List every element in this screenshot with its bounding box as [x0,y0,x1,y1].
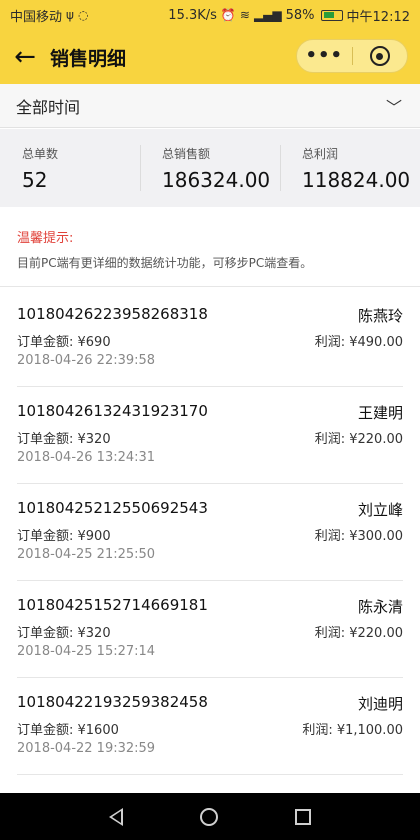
order-profit: 利润: ¥220.00 [314,626,403,641]
time-filter-label: 全部时间 [16,97,81,117]
order-number: 10180425212550692543 [17,499,208,517]
order-item[interactable]: 10180425152714669181 陈永清 订单金额: ¥320 利润: … [17,581,403,678]
customer-name: 陈永清 [357,598,403,616]
back-arrow-icon[interactable]: ← [0,30,50,84]
stat-value: 52 [22,168,48,192]
order-amount: 订单金额: ¥320 [17,626,111,641]
customer-name: 陈燕玲 [357,307,403,325]
alarm-icon: ⏰ [220,8,236,22]
battery-percent: 58% [285,7,315,23]
order-item[interactable]: 10180425212550692543 刘立峰 订单金额: ¥900 利润: … [17,484,403,581]
tip-title: 温馨提示: [17,231,74,246]
order-item[interactable]: 10180422193259382458 刘迪明 订单金额: ¥1600 利润:… [17,678,403,775]
order-profit: 利润: ¥220.00 [314,432,403,447]
chevron-down-icon: ﹀ [385,97,402,117]
order-profit: 利润: ¥490.00 [314,335,403,350]
order-time: 2018-04-26 22:39:58 [17,353,156,368]
order-time: 2018-04-26 13:24:31 [17,450,156,465]
battery-icon [320,9,343,21]
stat-value: 186324.00 [162,168,271,192]
usb-icon: ψ [66,8,74,22]
order-number: 10180426132431923170 [17,402,208,420]
wechat-icon: ◌ [77,8,89,22]
order-amount: 订单金额: ¥1600 [17,723,119,738]
time-filter-dropdown[interactable]: 全部时间 ﹀ [0,84,420,128]
more-menu-button[interactable]: ••• [297,47,352,65]
customer-name: 刘迪明 [357,695,403,713]
order-number: 10180425152714669181 [17,596,208,614]
signal-icon: ▂▄▆ [253,8,282,22]
miniprogram-capsule: ••• [296,39,408,73]
order-list: 10180426223958268318 陈燕玲 订单金额: ¥690 利润: … [0,290,420,793]
clock: 中午12:12 [346,9,410,25]
carrier-label: 中国移动 [10,9,63,25]
close-button[interactable] [353,46,408,66]
tip-text: 目前PC端有更详细的数据统计功能，可移步PC端查看。 [17,256,313,270]
stat-label: 总单数 [22,147,59,161]
stat-label: 总销售额 [162,147,211,161]
system-nav-bar [0,793,420,840]
order-amount: 订单金额: ¥900 [17,529,111,544]
nav-bar: ← 销售明细 ••• [0,30,420,84]
header-area: 中国移动 ψ ◌ 15.3K/s ⏰ ≋ ▂▄▆ 58% 中午12:12 ← 销… [0,0,420,84]
order-amount: 订单金额: ¥690 [17,335,111,350]
order-time: 2018-04-25 15:27:14 [17,644,156,659]
target-close-icon [369,46,390,66]
system-home-icon[interactable] [199,807,218,826]
order-profit: 利润: ¥1,100.00 [302,723,403,738]
customer-name: 王建明 [357,404,403,422]
order-time: 2018-04-22 19:32:59 [17,741,156,756]
order-item[interactable]: 10180426223958268318 陈燕玲 订单金额: ¥690 利润: … [17,290,403,387]
stat-value: 118824.00 [302,168,411,192]
stat-total-profit: 总利润 118824.00 [280,129,420,207]
summary-stats: 总单数 52 总销售额 186324.00 总利润 118824.00 [0,129,420,207]
order-item[interactable]: 10180426132431923170 王建明 订单金额: ¥320 利润: … [17,387,403,484]
wifi-icon: ≋ [239,8,250,22]
stat-label: 总利润 [302,147,339,161]
system-back-icon[interactable] [108,807,123,826]
network-speed: 15.3K/s [168,7,217,23]
system-recent-apps-icon[interactable] [295,808,312,825]
customer-name: 刘立峰 [357,501,403,519]
order-time: 2018-04-25 21:25:50 [17,547,156,562]
order-number: 10180426223958268318 [17,305,208,323]
order-profit: 利润: ¥300.00 [314,529,403,544]
tip-box: 温馨提示: 目前PC端有更详细的数据统计功能，可移步PC端查看。 [0,207,420,287]
stat-order-count: 总单数 52 [0,129,140,207]
page-title: 销售明细 [50,47,127,70]
order-amount: 订单金额: ¥320 [17,432,111,447]
order-number: 10180422193259382458 [17,693,208,711]
stat-total-sales: 总销售额 186324.00 [140,129,280,207]
status-bar: 中国移动 ψ ◌ 15.3K/s ⏰ ≋ ▂▄▆ 58% 中午12:12 [0,0,420,30]
